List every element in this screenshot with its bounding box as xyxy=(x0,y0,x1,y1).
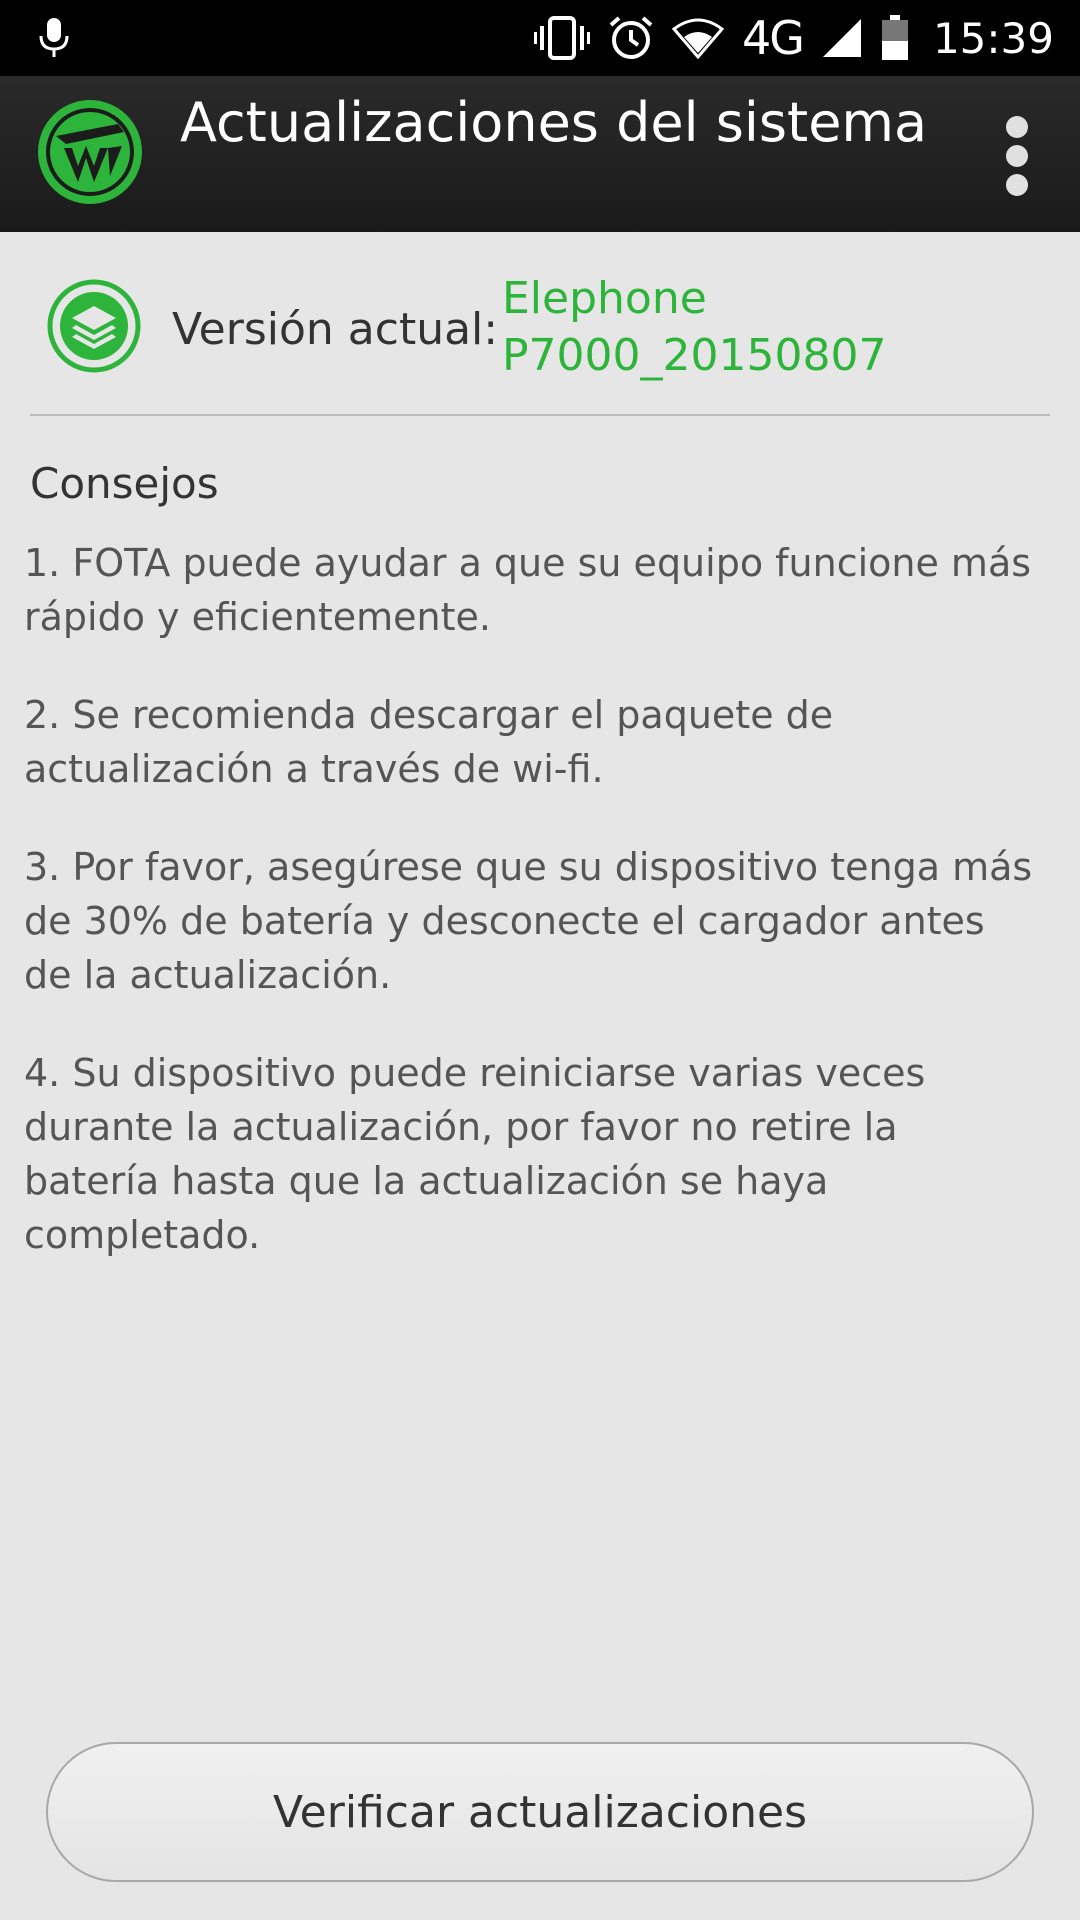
divider xyxy=(30,414,1050,416)
vibrate-icon xyxy=(534,16,591,60)
microphone-icon xyxy=(39,18,69,57)
system-updates-screen: 4G 15:39 Actualizaciones del sistema Ver… xyxy=(0,0,1080,1920)
battery-icon xyxy=(881,15,908,60)
page-title: Actualizaciones del sistema xyxy=(180,91,928,154)
wifi-icon xyxy=(672,18,725,59)
tip-item: 3. Por favor, asegúrese que su dispositi… xyxy=(24,845,1033,997)
signal-icon xyxy=(822,19,861,57)
clock: 15:39 xyxy=(932,13,1054,63)
overflow-menu-icon[interactable] xyxy=(1000,116,1034,196)
app-bar: Actualizaciones del sistema xyxy=(0,76,1080,232)
alarm-icon xyxy=(609,16,653,59)
tip-item: 2. Se recomienda descargar el paquete de… xyxy=(24,693,834,791)
menu-dot xyxy=(1006,145,1028,167)
tips-list: 1. FOTA puede ayudar a que su equipo fun… xyxy=(24,536,1044,1306)
current-version-row: Versión actual: Elephone P7000_20150807 xyxy=(0,232,1080,414)
app-logo-icon xyxy=(38,100,142,204)
layers-icon xyxy=(47,279,141,373)
check-updates-button[interactable]: Verificar actualizaciones xyxy=(46,1742,1034,1882)
tip-item: 1. FOTA puede ayudar a que su equipo fun… xyxy=(24,541,1032,639)
menu-dot xyxy=(1006,116,1028,138)
version-value: Elephone P7000_20150807 xyxy=(502,273,887,381)
menu-dot xyxy=(1006,174,1028,196)
status-bar: 4G 15:39 xyxy=(0,0,1080,76)
version-label: Versión actual: xyxy=(172,304,499,355)
tip-item: 4. Su dispositivo puede reiniciarse vari… xyxy=(24,1051,926,1257)
tips-title: Consejos xyxy=(30,459,219,508)
network-type: 4G xyxy=(742,11,805,65)
